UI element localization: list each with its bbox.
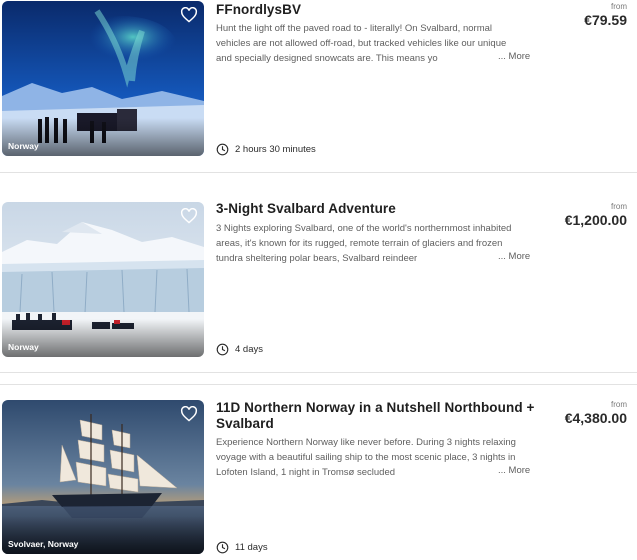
- price-value: €4,380.00: [564, 410, 627, 426]
- clock-icon: [216, 143, 229, 156]
- tour-card[interactable]: Norway FFnordlysBV Hunt the light off th…: [0, 0, 637, 172]
- price-from-label: from: [611, 2, 627, 11]
- clock-icon: [216, 343, 229, 356]
- duration-label: 2 hours 30 minutes: [235, 144, 316, 155]
- price-from-label: from: [611, 202, 627, 211]
- tour-title[interactable]: 11D Northern Norway in a Nutshell Northb…: [216, 400, 536, 432]
- tour-title[interactable]: FFnordlysBV: [216, 2, 536, 18]
- favorite-heart-icon[interactable]: [180, 208, 198, 224]
- price-value: €1,200.00: [564, 212, 627, 228]
- tour-title[interactable]: 3-Night Svalbard Adventure: [216, 201, 536, 217]
- tour-duration: 2 hours 30 minutes: [216, 143, 316, 156]
- tour-description: 3 Nights exploring Svalbard, one of the …: [216, 223, 512, 264]
- tour-image[interactable]: Norway: [2, 1, 204, 156]
- more-link[interactable]: ... More: [496, 465, 531, 476]
- location-label: Norway: [8, 342, 39, 352]
- divider: [0, 172, 637, 173]
- location-label: Norway: [8, 141, 39, 151]
- tour-description: Experience Northern Norway like never be…: [216, 437, 516, 478]
- tour-description: Hunt the light off the paved road to - l…: [216, 23, 507, 64]
- duration-label: 4 days: [235, 344, 263, 355]
- tour-card[interactable]: Svolvaer, Norway 11D Northern Norway in …: [0, 384, 637, 560]
- more-link[interactable]: ... More: [496, 251, 531, 262]
- tour-card[interactable]: Norway 3-Night Svalbard Adventure 3 Nigh…: [0, 186, 637, 372]
- price-value: €79.59: [584, 12, 627, 28]
- tour-image[interactable]: Svolvaer, Norway: [2, 400, 204, 554]
- tour-duration: 11 days: [216, 541, 268, 554]
- tour-duration: 4 days: [216, 343, 263, 356]
- tour-image[interactable]: Norway: [2, 202, 204, 357]
- favorite-heart-icon[interactable]: [180, 7, 198, 23]
- location-label: Svolvaer, Norway: [8, 539, 79, 549]
- price-from-label: from: [611, 400, 627, 409]
- favorite-heart-icon[interactable]: [180, 406, 198, 422]
- divider: [0, 372, 637, 373]
- more-link[interactable]: ... More: [496, 51, 531, 62]
- duration-label: 11 days: [235, 542, 268, 553]
- clock-icon: [216, 541, 229, 554]
